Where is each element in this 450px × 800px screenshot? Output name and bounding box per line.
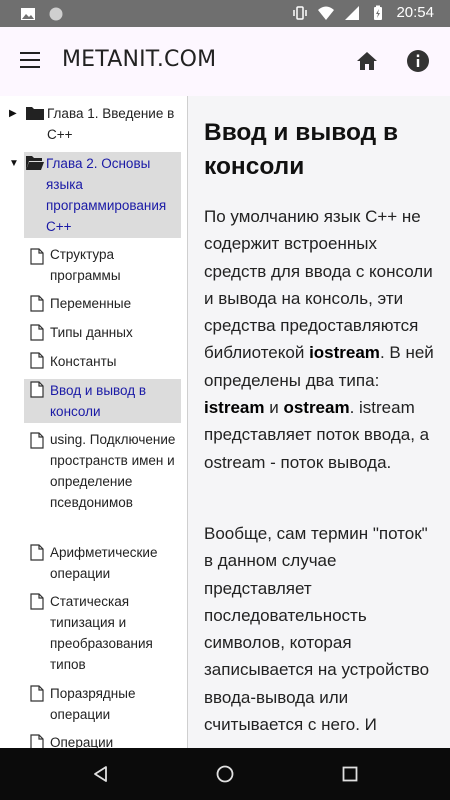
info-icon[interactable]: [406, 49, 430, 73]
expand-arrow-icon[interactable]: ▶: [9, 108, 17, 119]
chapter-label: Глава 1. Введение в C++: [47, 106, 175, 142]
back-icon[interactable]: [91, 764, 111, 784]
document-icon: [30, 295, 44, 312]
document-icon: [30, 734, 44, 748]
home-icon[interactable]: [355, 49, 379, 73]
keyword-ostream: ostream: [283, 398, 350, 418]
page-label: Поразрядные операции: [50, 686, 136, 722]
document-icon: [30, 432, 44, 449]
document-icon: [30, 685, 44, 702]
document-icon: [30, 352, 44, 369]
document-icon: [30, 593, 44, 610]
article-paragraph-2: Вообще, сам термин "поток" в данном случ…: [204, 524, 430, 735]
wifi-icon: [318, 6, 335, 20]
page-label: Переменные: [50, 296, 132, 311]
clock: 20:54: [396, 4, 434, 21]
signal-icon: [345, 5, 360, 20]
menu-button[interactable]: [18, 49, 44, 71]
folder-closed-icon: [26, 107, 44, 120]
page-label: Операции: [50, 735, 114, 748]
recents-icon[interactable]: [340, 764, 360, 784]
battery-charging-icon: [374, 5, 383, 20]
document-icon: [30, 381, 44, 398]
page-label: Типы данных: [50, 325, 133, 340]
collapse-arrow-icon[interactable]: ▼: [9, 158, 19, 169]
page-label: using. Подключение пространств имен и оп…: [50, 432, 176, 510]
page-label: Арифметические операции: [50, 545, 158, 581]
article-paragraph-1: По умолчанию язык C++ не содержит встрое…: [204, 207, 434, 472]
vibrate-icon: [293, 5, 308, 20]
circle-icon: [49, 7, 63, 21]
page-label: Структура программы: [50, 247, 121, 283]
folder-open-icon: [26, 156, 44, 170]
page-label: Константы: [50, 354, 117, 369]
image-icon: [21, 8, 35, 20]
keyword-istream: istream: [204, 398, 265, 418]
document-icon: [30, 324, 44, 341]
document-icon: [30, 544, 44, 561]
home-circle-icon[interactable]: [215, 764, 235, 784]
chapter-label: Глава 2. Основы языка программирования C…: [46, 156, 167, 234]
app-bar: METANIT.COM: [0, 27, 450, 96]
site-title[interactable]: METANIT.COM: [62, 47, 216, 72]
navigation-tree: ▶ Глава 1. Введение в C++ ▼ Глава 2. Осн…: [0, 96, 188, 748]
document-icon: [30, 248, 44, 265]
system-nav-bar: [0, 748, 450, 800]
status-bar: 20:54: [0, 0, 450, 27]
keyword-iostream: iostream: [309, 343, 380, 363]
page-label: Статическая типизация и преобразования т…: [50, 594, 153, 672]
article-title: Ввод и вывод в консоли: [204, 119, 399, 180]
page-label: Ввод и вывод в консоли: [50, 383, 147, 419]
article-content: Ввод и вывод в консоли По умолчанию язык…: [188, 96, 450, 748]
